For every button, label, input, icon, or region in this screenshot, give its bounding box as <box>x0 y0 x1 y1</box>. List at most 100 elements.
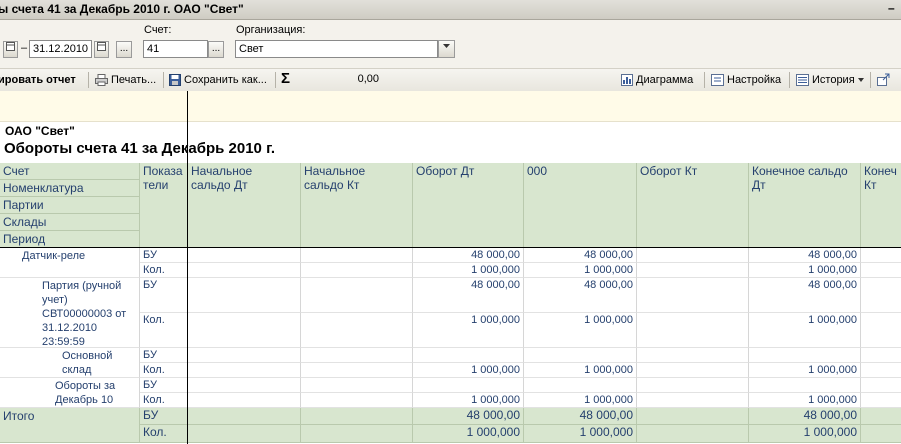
total-cell-nach-kt[interactable] <box>301 425 413 443</box>
cell-oborot-dt[interactable]: 48 000,00 <box>413 278 524 313</box>
cell-nach-dt[interactable] <box>188 313 301 348</box>
date-to-field[interactable]: 31.12.2010 <box>29 40 92 58</box>
org-dropdown-button[interactable] <box>438 40 455 58</box>
header-nach-saldo-dt[interactable]: Начальное сальдо Дт <box>188 163 301 248</box>
total-cell-ind[interactable]: БУ <box>140 408 188 425</box>
total-cell-nach-dt[interactable] <box>188 408 301 425</box>
cell-nach-kt[interactable] <box>301 393 413 408</box>
row-name[interactable]: Основной склад <box>0 348 140 378</box>
cell-oborot-kt[interactable] <box>637 263 749 278</box>
cell-kon-dt[interactable] <box>749 348 861 363</box>
cell-kon-kt[interactable] <box>861 393 901 408</box>
cell-oborot-dt[interactable]: 1 000,000 <box>413 363 524 378</box>
header-oborot-kt[interactable]: Оборот Кт <box>637 163 749 248</box>
cell-kon-kt[interactable] <box>861 363 901 378</box>
cell-ind[interactable]: БУ <box>140 278 188 313</box>
cell-nach-kt[interactable] <box>301 278 413 313</box>
cell-kon-kt[interactable] <box>861 378 901 393</box>
total-cell-nach-dt[interactable] <box>188 425 301 443</box>
calendar-to-button[interactable] <box>94 41 109 58</box>
cell-kon-dt[interactable]: 48 000,00 <box>749 248 861 263</box>
grouping-nomenklatura[interactable]: Номенклатура <box>0 180 140 197</box>
total-cell-nach-kt[interactable] <box>301 408 413 425</box>
cell-nach-dt[interactable] <box>188 263 301 278</box>
cell-oborot-dt[interactable]: 1 000,000 <box>413 263 524 278</box>
cell-oborot-kt[interactable] <box>637 313 749 348</box>
cell-ind[interactable]: Кол. <box>140 363 188 378</box>
print-button[interactable]: Печать... <box>95 72 156 88</box>
cell-oborot-kt[interactable] <box>637 363 749 378</box>
cell-ind[interactable]: Кол. <box>140 393 188 408</box>
cell-nach-dt[interactable] <box>188 378 301 393</box>
cell-c000[interactable]: 1 000,000 <box>524 263 637 278</box>
total-cell-kon-dt[interactable]: 48 000,00 <box>749 408 861 425</box>
generate-report-button[interactable]: ировать отчет <box>0 72 76 88</box>
cell-c000[interactable]: 1 000,000 <box>524 393 637 408</box>
cell-ind[interactable]: БУ <box>140 348 188 363</box>
grouping-schet[interactable]: Счет <box>0 163 140 180</box>
total-row-name[interactable]: Итого <box>0 408 140 443</box>
total-cell-kon-kt[interactable] <box>861 425 901 443</box>
chart-button[interactable]: Диаграмма <box>621 72 693 88</box>
cell-c000[interactable] <box>524 378 637 393</box>
save-as-button[interactable]: Сохранить как... <box>169 72 267 88</box>
header-nach-saldo-kt[interactable]: Начальное сальдо Кт <box>301 163 413 248</box>
header-oborot-dt[interactable]: Оборот Дт <box>413 163 524 248</box>
cell-nach-kt[interactable] <box>301 363 413 378</box>
total-cell-c000[interactable]: 1 000,000 <box>524 425 637 443</box>
total-cell-oborot-dt[interactable]: 48 000,00 <box>413 408 524 425</box>
total-cell-oborot-kt[interactable] <box>637 425 749 443</box>
cell-nach-dt[interactable] <box>188 363 301 378</box>
header-000[interactable]: 000 <box>524 163 637 248</box>
header-kon-saldo-kt[interactable]: Конеч Кт <box>861 163 901 248</box>
header-kon-saldo-dt[interactable]: Конечное сальдо Дт <box>749 163 861 248</box>
cell-oborot-kt[interactable] <box>637 348 749 363</box>
cell-c000[interactable]: 48 000,00 <box>524 248 637 263</box>
export-button[interactable] <box>877 72 891 88</box>
org-field[interactable]: Свет <box>235 40 438 58</box>
cell-oborot-dt[interactable]: 1 000,000 <box>413 393 524 408</box>
cell-nach-dt[interactable] <box>188 248 301 263</box>
cell-kon-dt[interactable]: 1 000,000 <box>749 363 861 378</box>
cell-ind[interactable]: БУ <box>140 378 188 393</box>
cell-ind[interactable]: Кол. <box>140 313 188 348</box>
cell-c000[interactable] <box>524 348 637 363</box>
total-cell-oborot-kt[interactable] <box>637 408 749 425</box>
cell-kon-kt[interactable] <box>861 263 901 278</box>
grouping-partii[interactable]: Партии <box>0 197 140 214</box>
cell-kon-dt[interactable]: 48 000,00 <box>749 278 861 313</box>
cell-oborot-dt[interactable] <box>413 348 524 363</box>
calendar-from-button[interactable] <box>3 41 18 58</box>
grouping-sklady[interactable]: Склады <box>0 214 140 231</box>
cell-ind[interactable]: БУ <box>140 248 188 263</box>
cell-nach-kt[interactable] <box>301 263 413 278</box>
cell-oborot-kt[interactable] <box>637 378 749 393</box>
cell-c000[interactable]: 48 000,00 <box>524 278 637 313</box>
cell-kon-kt[interactable] <box>861 248 901 263</box>
cell-c000[interactable]: 1 000,000 <box>524 313 637 348</box>
cell-oborot-dt[interactable]: 1 000,000 <box>413 313 524 348</box>
total-cell-ind[interactable]: Кол. <box>140 425 188 443</box>
cell-oborot-dt[interactable] <box>413 378 524 393</box>
cell-oborot-kt[interactable] <box>637 393 749 408</box>
row-name[interactable]: Обороты за Декабрь 10 <box>0 378 140 408</box>
total-cell-kon-dt[interactable]: 1 000,000 <box>749 425 861 443</box>
cell-kon-dt[interactable] <box>749 378 861 393</box>
cell-nach-dt[interactable] <box>188 278 301 313</box>
grouping-period[interactable]: Период <box>0 231 140 248</box>
cell-nach-kt[interactable] <box>301 248 413 263</box>
period-select-button[interactable]: ... <box>116 41 132 58</box>
cell-kon-dt[interactable]: 1 000,000 <box>749 263 861 278</box>
header-indicators[interactable]: Показа тели <box>140 163 188 248</box>
cell-oborot-dt[interactable]: 48 000,00 <box>413 248 524 263</box>
cell-nach-kt[interactable] <box>301 348 413 363</box>
cell-kon-dt[interactable]: 1 000,000 <box>749 393 861 408</box>
cell-ind[interactable]: Кол. <box>140 263 188 278</box>
cell-kon-dt[interactable]: 1 000,000 <box>749 313 861 348</box>
cell-kon-kt[interactable] <box>861 278 901 313</box>
cell-nach-kt[interactable] <box>301 313 413 348</box>
cell-oborot-kt[interactable] <box>637 278 749 313</box>
history-button[interactable]: История <box>796 72 865 88</box>
schet-select-button[interactable]: ... <box>208 41 224 58</box>
row-name[interactable]: Партия (ручной учет) СВТ00000003 от 31.1… <box>0 278 140 348</box>
